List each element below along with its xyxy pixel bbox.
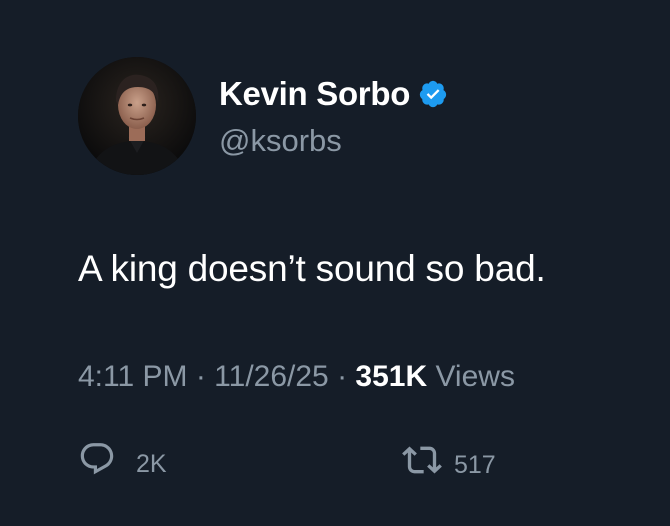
avatar-image (78, 57, 196, 175)
views-label: Views (435, 360, 515, 393)
views-count: 351K (355, 360, 436, 393)
meta-separator: · (337, 360, 356, 393)
author-display-name[interactable]: Kevin Sorbo (219, 74, 410, 114)
repost-icon (402, 440, 442, 490)
tweet-card: Kevin Sorbo @ksorbs A king doesn’t sound… (0, 0, 670, 526)
tweet-text: A king doesn’t sound so bad. (78, 248, 546, 289)
reply-button[interactable]: 2K (78, 440, 167, 488)
tweet-meta: 4:11 PM · 11/26/25 · 351K Views (78, 358, 515, 396)
tweet-time[interactable]: 4:11 PM (78, 360, 188, 393)
meta-separator: · (195, 360, 215, 393)
verified-badge-icon (418, 79, 448, 109)
author-name-row: Kevin Sorbo (219, 74, 448, 114)
repost-count: 517 (454, 451, 496, 479)
author-handle[interactable]: @ksorbs (219, 122, 342, 160)
avatar[interactable] (78, 57, 196, 175)
reply-count: 2K (136, 450, 167, 478)
reply-icon (78, 440, 116, 488)
tweet-date[interactable]: 11/26/25 (214, 360, 329, 393)
repost-button[interactable]: 517 (402, 440, 496, 490)
